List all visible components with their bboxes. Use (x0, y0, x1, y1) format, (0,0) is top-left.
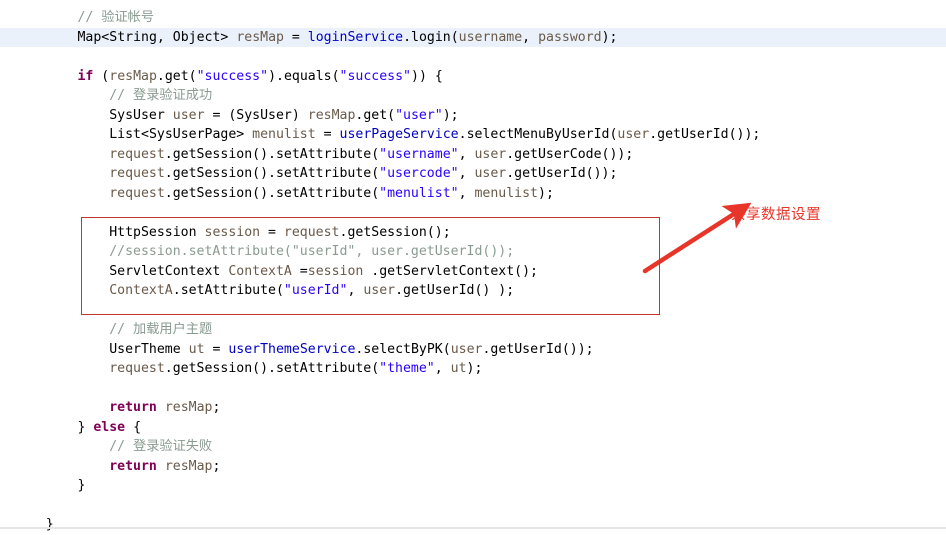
code-editor-view[interactable]: // 验证帐号 Map<String, Object> resMap = log… (0, 0, 946, 532)
code-line: request.getSession().setAttribute("theme… (109, 361, 483, 376)
code-line: // 登录验证失败 (109, 439, 213, 454)
code-line: if (resMap.get("success").equals("succes… (77, 68, 443, 84)
code-line: } (77, 478, 86, 493)
code-line: List<SysUserPage> menulist = userPageSer… (109, 127, 761, 142)
code-line: request.getSession().setAttribute("userc… (109, 166, 618, 181)
code-line: // 登录验证成功 (109, 88, 213, 103)
annotation-label: 共享数据设置 (731, 207, 821, 223)
red-highlight-box (81, 217, 660, 315)
code-line: // 验证帐号 (77, 10, 155, 25)
code-line: // 加载用户主题 (109, 322, 213, 337)
code-line: } (45, 517, 54, 532)
code-line: Map<String, Object> resMap = loginServic… (0, 27, 946, 47)
code-line: UserTheme ut = userThemeService.selectBy… (109, 341, 594, 357)
code-line: SysUser user = (SysUser) resMap.get("use… (109, 107, 459, 123)
code-line: request.getSession().setAttribute("menul… (109, 185, 554, 201)
code-line: return resMap; (109, 400, 221, 415)
code-line: request.getSession().setAttribute("usern… (109, 146, 634, 162)
code-line: } else { (77, 419, 142, 435)
code-line: return resMap; (109, 458, 221, 474)
